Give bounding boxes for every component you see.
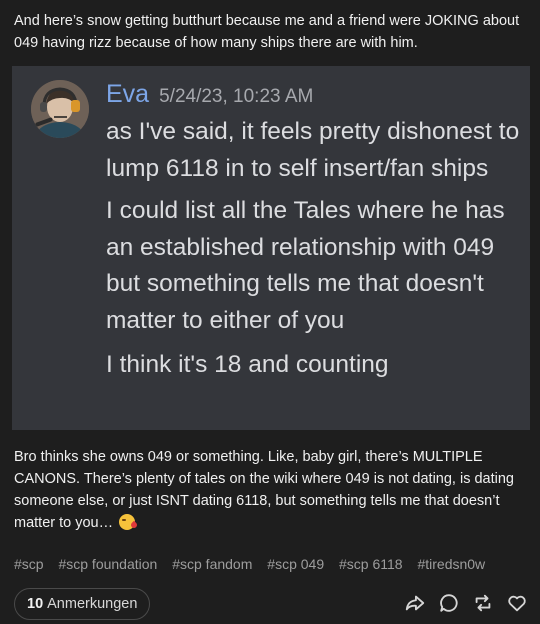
message-body: as I've said, it feels pretty dishonest … (106, 114, 530, 384)
tag-link[interactable]: #scp 049 (267, 556, 324, 572)
chat-message: as I've said, it feels pretty dishonest … (106, 118, 520, 182)
tag-link[interactable]: #tiredsn0w (417, 556, 485, 572)
tag-link[interactable]: #scp fandom (172, 556, 252, 572)
post-actions (404, 592, 528, 616)
post-commentary: Bro thinks she owns 049 or something. Li… (14, 446, 530, 534)
share-icon[interactable] (404, 592, 426, 614)
notes-button[interactable]: 10 Anmerkungen (14, 588, 151, 620)
tag-link[interactable]: #scp foundation (58, 556, 157, 572)
avatar (31, 80, 89, 138)
chat-message: I could list all the Tales where he has … (106, 197, 505, 334)
reblog-icon[interactable] (472, 592, 494, 614)
tag-link[interactable]: #scp 6118 (339, 556, 403, 572)
message-timestamp: 5/24/23, 10:23 AM (159, 86, 314, 107)
tag-list: #scp #scp foundation #scp fandom #scp 04… (14, 556, 530, 572)
post-commentary-text: Bro thinks she owns 049 or something. Li… (14, 449, 514, 531)
message-author: Eva (106, 80, 150, 108)
kiss-emoji-icon (119, 514, 136, 530)
reply-icon[interactable] (438, 592, 460, 614)
message-header: Eva 5/24/23, 10:23 AM (106, 80, 313, 114)
embedded-chat-screenshot: Eva 5/24/23, 10:23 AM as I've said, it fe… (12, 66, 530, 430)
tag-link[interactable]: #scp (14, 556, 44, 572)
post-intro-text: And here’s snow getting butthurt because… (14, 13, 520, 51)
like-icon[interactable] (506, 592, 528, 614)
notes-count: 10 (27, 596, 44, 612)
chat-message: I think it's 18 and counting (106, 351, 389, 378)
notes-label: Anmerkungen (47, 596, 138, 612)
